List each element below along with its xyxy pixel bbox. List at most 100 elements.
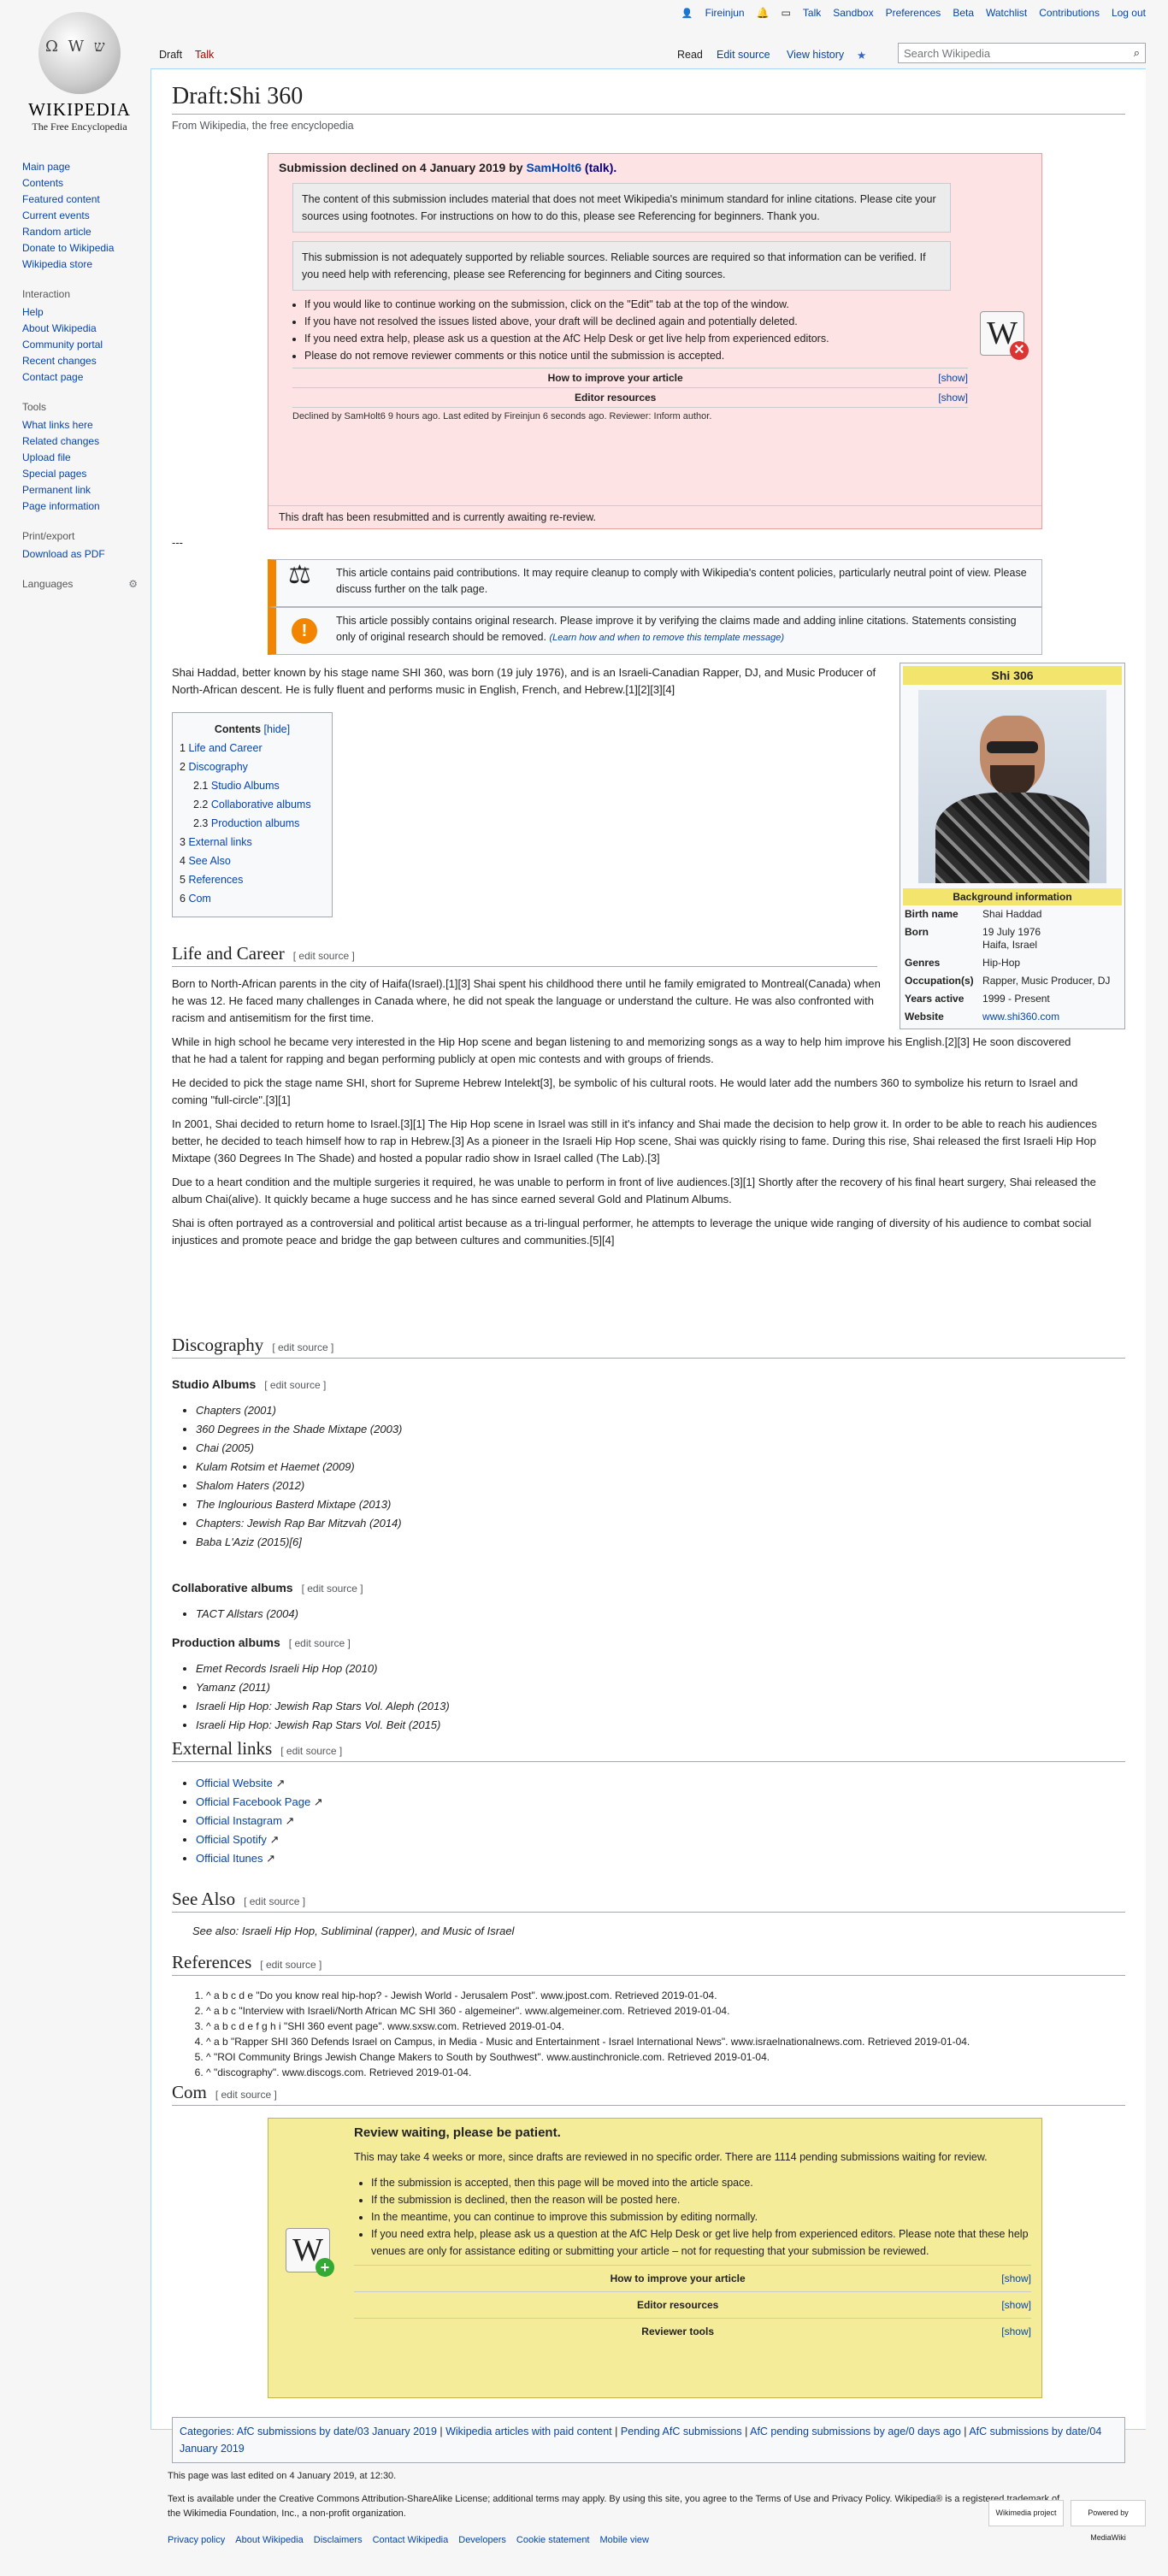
list-item: Chai (2005) bbox=[196, 1439, 402, 1458]
toc-item[interactable]: 2.3 Production albums bbox=[180, 814, 325, 833]
category-link[interactable]: Wikipedia articles with paid content bbox=[445, 2426, 612, 2437]
sidebar-item[interactable]: Random article bbox=[22, 224, 138, 240]
footer-link[interactable]: About Wikipedia bbox=[235, 2533, 304, 2548]
toc-item[interactable]: 2 Discography bbox=[180, 757, 325, 776]
editor-resources-row[interactable]: Editor resources [show] bbox=[354, 2291, 1031, 2318]
sidebar-item[interactable]: About Wikipedia bbox=[22, 321, 138, 337]
watchlist-link[interactable]: Watchlist bbox=[986, 7, 1027, 19]
sidebar-item[interactable]: Contents bbox=[22, 175, 138, 192]
sidebar-item[interactable]: Donate to Wikipedia bbox=[22, 240, 138, 256]
edit-section-link[interactable]: [ edit source ] bbox=[289, 1637, 351, 1649]
sidebar-item[interactable]: Wikipedia store bbox=[22, 256, 138, 273]
show-toggle[interactable]: [show] bbox=[1001, 2299, 1031, 2311]
tab-draft[interactable]: Draft bbox=[159, 49, 182, 61]
sandbox-link[interactable]: Sandbox bbox=[833, 7, 873, 19]
tab-read[interactable]: Read bbox=[677, 49, 703, 61]
toc-item[interactable]: 2.2 Collaborative albums bbox=[180, 795, 325, 814]
sidebar-item[interactable]: Main page bbox=[22, 159, 138, 175]
editor-resources-row[interactable]: Editor resources [show] bbox=[292, 387, 968, 407]
external-link[interactable]: Official Spotify bbox=[196, 1833, 267, 1846]
footer: This page was last edited on 4 January 2… bbox=[150, 2443, 1146, 2548]
toc-item[interactable]: 3 External links bbox=[180, 833, 325, 852]
sidebar-item[interactable]: Permanent link bbox=[22, 482, 138, 498]
sidebar-item[interactable]: Featured content bbox=[22, 192, 138, 208]
sidebar-item[interactable]: Recent changes bbox=[22, 353, 138, 369]
toc-item[interactable]: 2.1 Studio Albums bbox=[180, 776, 325, 795]
how-to-improve-row[interactable]: How to improve your article [show] bbox=[354, 2265, 1031, 2291]
footer-link[interactable]: Privacy policy bbox=[168, 2533, 225, 2548]
toc-hide-toggle[interactable]: [hide] bbox=[264, 723, 291, 735]
category-link[interactable]: Pending AfC submissions bbox=[621, 2426, 742, 2437]
sidebar-item[interactable]: Page information bbox=[22, 498, 138, 515]
declined-w-icon: W ✕ bbox=[980, 311, 1029, 360]
reviewer-talk-link[interactable]: (talk). bbox=[585, 161, 616, 174]
show-toggle[interactable]: [show] bbox=[1001, 2325, 1031, 2337]
talk-link[interactable]: Talk bbox=[803, 7, 821, 19]
category-link[interactable]: AfC pending submissions by age/0 days ag… bbox=[750, 2426, 961, 2437]
list-item: Baba L'Aziz (2015)[6] bbox=[196, 1533, 402, 1552]
sidebar-item[interactable]: Download as PDF bbox=[22, 546, 138, 563]
learn-more-link[interactable]: (Learn how and when to remove this templ… bbox=[549, 633, 784, 643]
tab-talk[interactable]: Talk bbox=[195, 49, 214, 61]
footer-link[interactable]: Cookie statement bbox=[516, 2533, 590, 2548]
how-to-improve-row[interactable]: How to improve your article [show] bbox=[292, 368, 968, 387]
footer-link[interactable]: Disclaimers bbox=[314, 2533, 363, 2548]
logout-link[interactable]: Log out bbox=[1112, 7, 1146, 19]
sidebar-item[interactable]: Upload file bbox=[22, 450, 138, 466]
sidebar-item[interactable]: What links here bbox=[22, 417, 138, 433]
external-link[interactable]: Official Itunes bbox=[196, 1852, 263, 1865]
edit-section-link[interactable]: [ edit source ] bbox=[302, 1583, 363, 1595]
user-link[interactable]: Fireinjun bbox=[705, 7, 745, 19]
list-item: Shalom Haters (2012) bbox=[196, 1477, 402, 1495]
edit-section-link[interactable]: [ edit source ] bbox=[264, 1379, 326, 1391]
edit-section-link[interactable]: [ edit source ] bbox=[272, 1341, 333, 1353]
sidebar-item[interactable]: Special pages bbox=[22, 466, 138, 482]
edit-section-link[interactable]: [ edit source ] bbox=[215, 2089, 277, 2101]
last-edited: This page was last edited on 4 January 2… bbox=[168, 2471, 397, 2481]
external-link[interactable]: Official Instagram bbox=[196, 1814, 282, 1827]
messages-icon[interactable]: ▭ bbox=[782, 7, 791, 19]
footer-link[interactable]: Contact Wikipedia bbox=[373, 2533, 449, 2548]
contributions-link[interactable]: Contributions bbox=[1039, 7, 1100, 19]
watch-star-icon[interactable]: ★ bbox=[857, 49, 866, 62]
sidebar-item[interactable]: Community portal bbox=[22, 337, 138, 353]
wikipedia-logo[interactable]: WIKIPEDIA The Free Encyclopedia bbox=[15, 12, 144, 133]
edit-section-link[interactable]: [ edit source ] bbox=[244, 1895, 305, 1907]
external-link[interactable]: Official Facebook Page bbox=[196, 1795, 310, 1808]
sidebar-item[interactable]: Current events bbox=[22, 208, 138, 224]
external-link[interactable]: Official Website bbox=[196, 1777, 273, 1789]
footer-link[interactable]: Developers bbox=[458, 2533, 506, 2548]
category-link[interactable]: AfC submissions by date/03 January 2019 bbox=[237, 2426, 437, 2437]
edit-section-link[interactable]: [ edit source ] bbox=[260, 1959, 321, 1971]
toc-item[interactable]: 1 Life and Career bbox=[180, 739, 325, 757]
preferences-link[interactable]: Preferences bbox=[886, 7, 941, 19]
sidebar-item[interactable]: Related changes bbox=[22, 433, 138, 450]
footer-link[interactable]: Mobile view bbox=[600, 2533, 649, 2548]
gear-icon[interactable]: ⚙ bbox=[128, 576, 138, 592]
show-toggle[interactable]: [show] bbox=[938, 392, 968, 404]
show-toggle[interactable]: [show] bbox=[1001, 2272, 1031, 2284]
list-item: TACT Allstars (2004) bbox=[196, 1605, 298, 1624]
categories-label[interactable]: Categories: bbox=[180, 2426, 234, 2437]
edit-section-link[interactable]: [ edit source ] bbox=[293, 950, 355, 962]
toc-item[interactable]: 4 See Also bbox=[180, 852, 325, 870]
artist-photo bbox=[918, 690, 1106, 883]
beta-link[interactable]: Beta bbox=[953, 7, 974, 19]
search-icon[interactable]: ⌕ bbox=[1134, 46, 1140, 60]
page-tabs: Draft Talk Read Edit source View history… bbox=[150, 40, 1146, 68]
toc-item[interactable]: 6 Com bbox=[180, 889, 325, 908]
search-input[interactable]: Search Wikipedia ⌕ bbox=[898, 43, 1146, 63]
sidebar-item[interactable]: Contact page bbox=[22, 369, 138, 386]
row-label: Reviewer tools bbox=[641, 2325, 714, 2337]
sidebar-item[interactable]: Help bbox=[22, 304, 138, 321]
reviewer-tools-row[interactable]: Reviewer tools [show] bbox=[354, 2318, 1031, 2344]
toc-item[interactable]: 5 References bbox=[180, 870, 325, 889]
tab-view-history[interactable]: View history bbox=[787, 49, 844, 61]
tab-edit-source[interactable]: Edit source bbox=[717, 49, 770, 61]
show-toggle[interactable]: [show] bbox=[938, 372, 968, 384]
notifications-icon[interactable]: 🔔 bbox=[757, 7, 770, 19]
edit-section-link[interactable]: [ edit source ] bbox=[280, 1745, 342, 1757]
reviewer-link[interactable]: SamHolt6 bbox=[526, 161, 581, 174]
mediawiki-badge[interactable]: Powered by MediaWiki bbox=[1071, 2500, 1146, 2542]
wikimedia-badge[interactable]: Wikimedia project bbox=[988, 2500, 1064, 2526]
